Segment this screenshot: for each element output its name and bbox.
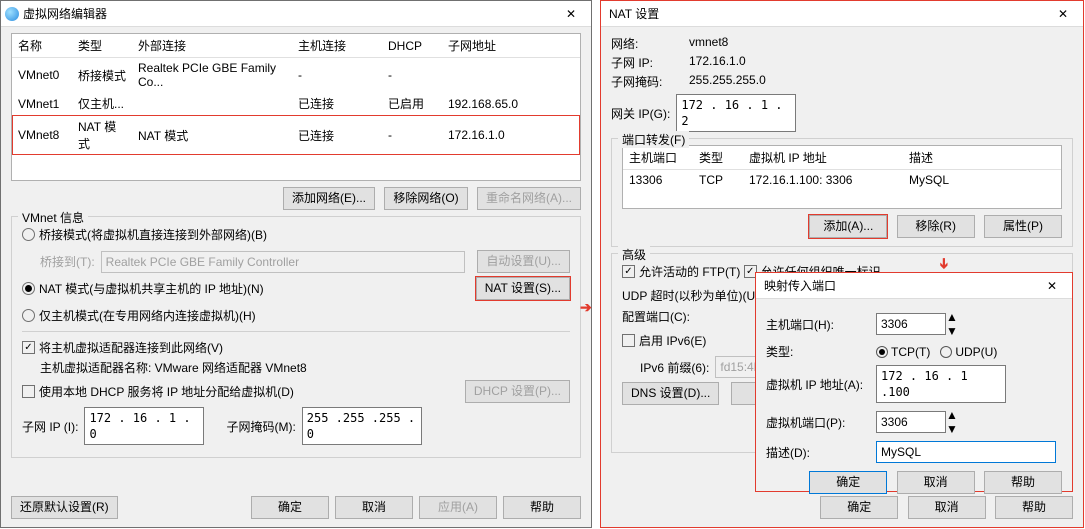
config-port-label: 配置端口(C): — [622, 308, 690, 325]
net-label: 网络: — [611, 35, 681, 52]
net-value: vmnet8 — [689, 35, 728, 52]
subnet-mask-input[interactable]: 255 .255 .255 . 0 — [302, 407, 422, 445]
port-forward-legend: 端口转发(F) — [618, 131, 689, 148]
help-button[interactable]: 帮助 — [984, 471, 1062, 494]
vm-port-input[interactable]: 3306 — [876, 411, 946, 433]
main-titlebar: 虚拟网络编辑器 ✕ — [1, 1, 591, 27]
type-label: 类型: — [766, 343, 876, 360]
vm-ip-label: 虚拟机 IP 地址(A): — [766, 376, 876, 393]
nat-radio[interactable]: NAT 模式(与虚拟机共享主机的 IP 地址)(N) — [22, 280, 264, 297]
nat-title: NAT 设置 — [605, 5, 1047, 22]
subnet-ip-label: 子网 IP (I): — [22, 418, 78, 435]
ipv6-prefix-label: IPv6 前缀(6): — [640, 359, 709, 376]
pf-properties-button[interactable]: 属性(P) — [984, 215, 1062, 238]
dhcp-settings-button: DHCP 设置(P)... — [465, 380, 570, 403]
pf-remove-button[interactable]: 移除(R) — [897, 215, 975, 238]
nat-settings-button[interactable]: NAT 设置(S)... — [476, 277, 570, 300]
ipv6-checkbox[interactable]: 启用 IPv6(E) — [622, 332, 706, 349]
subnet-value: 172.16.1.0 — [689, 54, 746, 71]
rename-network-button: 重命名网络(A)... — [477, 187, 581, 210]
bridge-radio[interactable]: 桥接模式(将虚拟机直接连接到外部网络)(B) — [22, 226, 267, 243]
ok-button[interactable]: 确定 — [809, 471, 887, 494]
vmnet-info-group: VMnet 信息 桥接模式(将虚拟机直接连接到外部网络)(B) 桥接到(T): … — [11, 216, 581, 458]
network-table[interactable]: 名称 类型 外部连接 主机连接 DHCP 子网地址 VMnet0桥接模式Real… — [11, 33, 581, 181]
bridge-to-label: 桥接到(T): — [40, 253, 95, 270]
table-row[interactable]: 13306TCP172.16.1.100: 3306MySQL — [623, 170, 1061, 191]
map-titlebar: 映射传入端口 ✕ — [756, 273, 1072, 299]
port-forward-table[interactable]: 主机端口 类型 虚拟机 IP 地址 描述 13306TCP172.16.1.10… — [622, 145, 1062, 209]
port-forward-group: 端口转发(F) 主机端口 类型 虚拟机 IP 地址 描述 13306TCP172… — [611, 138, 1073, 247]
vm-port-spinner[interactable]: ▲▼ — [946, 408, 958, 436]
main-content: 名称 类型 外部连接 主机连接 DHCP 子网地址 VMnet0桥接模式Real… — [1, 27, 591, 470]
cancel-button[interactable]: 取消 — [897, 471, 975, 494]
apply-button: 应用(A) — [419, 496, 497, 519]
table-header-row: 名称 类型 外部连接 主机连接 DHCP 子网地址 — [12, 34, 580, 58]
dns-settings-button[interactable]: DNS 设置(D)... — [622, 382, 719, 405]
close-icon[interactable]: ✕ — [1036, 275, 1068, 297]
hostonly-radio[interactable]: 仅主机模式(在专用网络内连接虚拟机)(H) — [22, 307, 256, 324]
globe-icon — [5, 7, 19, 21]
map-port-dialog: 映射传入端口 ✕ 主机端口(H): 3306 ▲▼ 类型: TCP(T) UDP… — [755, 272, 1073, 492]
vm-ip-input[interactable]: 172 . 16 . 1 .100 — [876, 365, 1006, 403]
dhcp-checkbox[interactable]: 使用本地 DHCP 服务将 IP 地址分配给虚拟机(D) — [22, 383, 294, 400]
virtual-network-editor-window: 虚拟网络编辑器 ✕ 名称 类型 外部连接 主机连接 DHCP 子网地址 VMne… — [0, 0, 592, 528]
vm-port-label: 虚拟机端口(P): — [766, 414, 876, 431]
host-port-label: 主机端口(H): — [766, 316, 876, 333]
subnet-label: 子网 IP: — [611, 54, 681, 71]
main-title: 虚拟网络编辑器 — [19, 5, 555, 22]
host-port-spinner[interactable]: ▲▼ — [946, 310, 958, 338]
auto-settings-button: 自动设置(U)... — [477, 250, 570, 273]
ftp-checkbox[interactable]: 允许活动的 FTP(T) — [622, 263, 740, 280]
tcp-radio[interactable]: TCP(T) — [876, 345, 930, 359]
ok-button[interactable]: 确定 — [251, 496, 329, 519]
gateway-input[interactable]: 172 . 16 . 1 . 2 — [676, 94, 796, 132]
desc-label: 描述(D): — [766, 444, 876, 461]
desc-input[interactable]: MySQL — [876, 441, 1056, 463]
remove-network-button[interactable]: 移除网络(O) — [384, 187, 467, 210]
map-title: 映射传入端口 — [760, 277, 1036, 294]
host-adapter-name: 主机虚拟适配器名称: VMware 网络适配器 VMnet8 — [40, 359, 570, 376]
help-button[interactable]: 帮助 — [503, 496, 581, 519]
close-icon[interactable]: ✕ — [1047, 3, 1079, 25]
mask-value: 255.255.255.0 — [689, 73, 766, 90]
gateway-label: 网关 IP(G): — [611, 105, 670, 122]
close-icon[interactable]: ✕ — [555, 3, 587, 25]
table-row[interactable]: VMnet1仅主机...已连接已启用192.168.65.0 — [12, 92, 580, 115]
host-port-input[interactable]: 3306 — [876, 313, 946, 335]
restore-defaults-button[interactable]: 还原默认设置(R) — [11, 496, 118, 519]
arrow-down-icon: ➔ — [935, 258, 952, 270]
arrow-icon: ➔ — [580, 299, 592, 316]
pf-add-button[interactable]: 添加(A)... — [809, 215, 887, 238]
table-header-row: 主机端口 类型 虚拟机 IP 地址 描述 — [623, 146, 1061, 170]
cancel-button[interactable]: 取消 — [335, 496, 413, 519]
subnet-ip-input[interactable]: 172 . 16 . 1 . 0 — [84, 407, 204, 445]
bridge-to-select: Realtek PCIe GBE Family Controller — [101, 251, 466, 273]
advanced-legend: 高级 — [618, 246, 650, 263]
map-content: 主机端口(H): 3306 ▲▼ 类型: TCP(T) UDP(U) 虚拟机 I… — [756, 299, 1072, 500]
udp-timeout-label: UDP 超时(以秒为单位)(U): — [622, 287, 762, 304]
host-adapter-checkbox[interactable]: 将主机虚拟适配器连接到此网络(V) — [22, 339, 223, 356]
table-row-selected[interactable]: VMnet8NAT 模式NAT 模式已连接-172.16.1.0 — [12, 115, 580, 155]
nat-titlebar: NAT 设置 ✕ — [601, 1, 1083, 27]
udp-radio[interactable]: UDP(U) — [940, 345, 997, 359]
mask-label: 子网掩码: — [611, 73, 681, 90]
subnet-mask-label: 子网掩码(M): — [226, 418, 295, 435]
add-network-button[interactable]: 添加网络(E)... — [283, 187, 375, 210]
vmnet-info-legend: VMnet 信息 — [18, 209, 88, 226]
table-row[interactable]: VMnet0桥接模式Realtek PCIe GBE Family Co...-… — [12, 58, 580, 93]
